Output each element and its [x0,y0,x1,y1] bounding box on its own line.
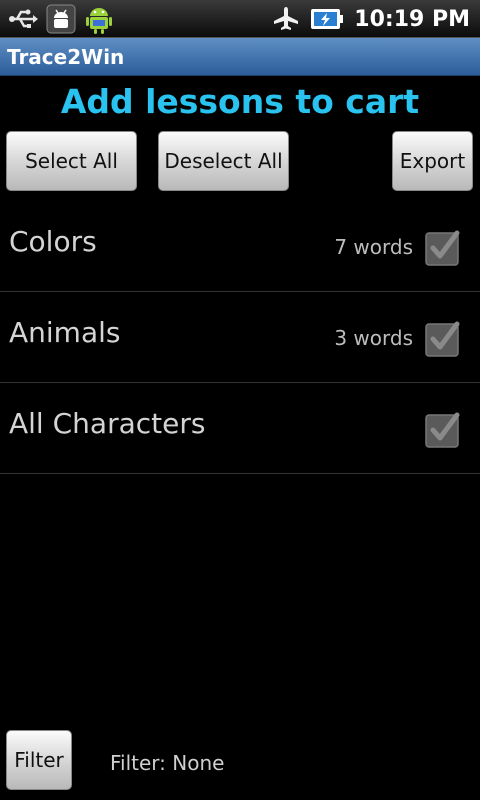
lesson-name: All Characters [9,407,206,440]
lesson-name: Animals [9,316,121,349]
lesson-row-colors[interactable]: Colors 7 words [0,201,480,292]
battery-charging-icon [311,9,344,29]
export-button[interactable]: Export [392,131,473,191]
filter-button[interactable]: Filter [6,730,72,790]
lesson-row-all-characters[interactable]: All Characters [0,383,480,474]
page-heading: Add lessons to cart [60,82,420,121]
lesson-word-count: 7 words [334,235,413,259]
lesson-checkbox-icon[interactable] [424,410,464,450]
system-icons: 10:19 PM [272,0,470,38]
android-mascot-icon [86,8,112,34]
lesson-name: Colors [9,225,97,258]
notification-icons [8,3,114,35]
airplane-icon [274,7,299,30]
lesson-row-animals[interactable]: Animals 3 words [0,292,480,383]
lesson-checkbox-icon[interactable] [424,319,464,359]
android-debug-icon [46,4,76,34]
lesson-checkbox-icon[interactable] [424,228,464,268]
select-all-button[interactable]: Select All [6,131,137,191]
app-title-bar: Trace2Win [0,38,480,76]
filter-status: Filter: None [110,751,225,775]
deselect-all-button[interactable]: Deselect All [158,131,289,191]
usb-icon [9,9,38,28]
clock: 10:19 PM [354,6,470,32]
app-title: Trace2Win [7,45,125,69]
lesson-word-count: 3 words [334,326,413,350]
status-bar: 10:19 PM [0,0,480,38]
